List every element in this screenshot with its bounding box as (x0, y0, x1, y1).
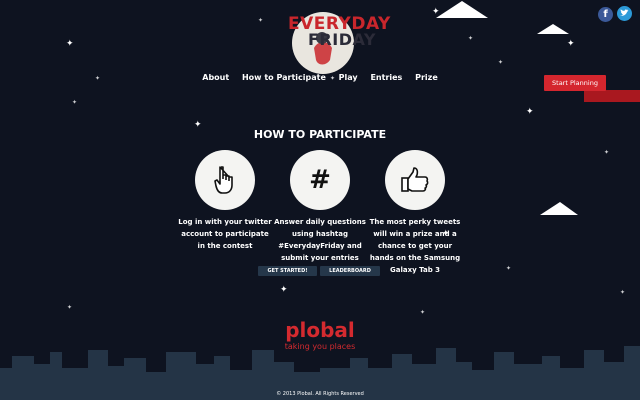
step-circle (195, 150, 255, 210)
snow-peak-icon (540, 202, 578, 215)
star-icon: ✦ (66, 39, 74, 49)
star-icon: ✦ (498, 59, 504, 66)
step-login: Log in with your twitter account to part… (177, 150, 273, 252)
nav-prize[interactable]: Prize (415, 73, 438, 82)
step-circle: # (290, 150, 350, 210)
snow-peak-icon (436, 1, 488, 18)
brand-tagline: taking you places (284, 342, 356, 351)
thumbs-up-icon (401, 167, 429, 192)
leaderboard-button[interactable]: LEADERBOARD (320, 266, 380, 276)
star-icon: ✦ (567, 39, 575, 49)
star-icon: ✦ (526, 107, 534, 117)
copyright-text: © 2013 Plobal. All Rights Reserved (276, 391, 364, 397)
pointing-hand-icon (214, 166, 233, 194)
logo-text-friday: FRIDAY (308, 30, 376, 49)
star-icon: ✦ (620, 289, 626, 296)
step-hashtag-text: Answer daily questions using hashtag #Ev… (274, 218, 366, 262)
star-icon: ✦ (506, 265, 512, 272)
section-title: HOW TO PARTICIPATE (253, 128, 387, 141)
step-win: The most perky tweets will win a prize a… (367, 150, 463, 276)
everyday-friday-logo[interactable]: EVERYDAY FRIDAY (288, 6, 390, 74)
star-icon: ✦ (258, 17, 264, 24)
star-icon: ✦ (67, 304, 73, 311)
brand-name: plobal (285, 318, 355, 342)
social-links: f (594, 2, 632, 22)
nav-play[interactable]: Play (339, 73, 358, 82)
start-planning-button[interactable]: Start Planning (544, 75, 606, 91)
step-hashtag: # Answer daily questions using hashtag #… (272, 150, 368, 264)
get-started-button[interactable]: GET STARTED! (258, 266, 317, 276)
step-login-text: Log in with your twitter account to part… (178, 218, 272, 250)
star-icon: ✦ (468, 35, 474, 42)
star-icon: ✦ (420, 309, 426, 316)
plobal-logo[interactable]: plobal taking you places (0, 318, 640, 351)
star-icon: ✦ (72, 99, 78, 106)
hashtag-icon: # (309, 165, 331, 195)
step-win-text: The most perky tweets will win a prize a… (369, 218, 461, 274)
nav-about[interactable]: About (202, 73, 229, 82)
star-icon: ✦ (604, 149, 610, 156)
snow-peak-icon (537, 24, 569, 34)
nav-entries[interactable]: Entries (370, 73, 402, 82)
step-circle (385, 150, 445, 210)
facebook-icon[interactable]: f (598, 7, 613, 22)
start-planning-ribbon (584, 90, 640, 102)
star-icon: ✦ (280, 285, 288, 295)
nav-how-to-participate[interactable]: How to Participate (242, 73, 326, 82)
twitter-icon[interactable] (617, 5, 632, 21)
